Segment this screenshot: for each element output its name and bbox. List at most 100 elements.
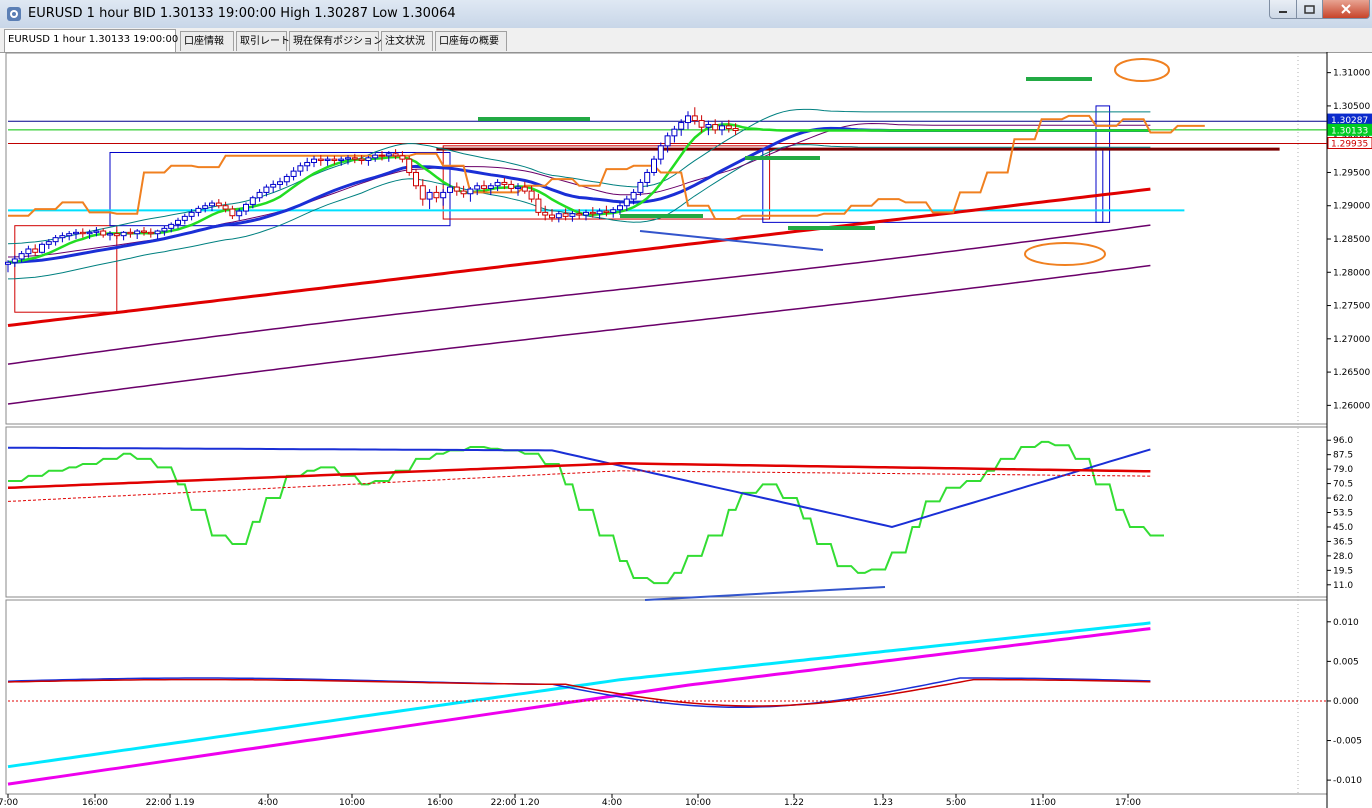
candle-body — [181, 215, 188, 221]
pane-frame — [5, 52, 1328, 425]
minimize-icon — [1279, 11, 1287, 13]
close-button[interactable] — [1322, 0, 1370, 19]
tab-orders[interactable]: 注文状況 — [381, 31, 433, 51]
candle-body — [651, 158, 657, 173]
candle-body — [671, 128, 678, 137]
candle-body — [229, 208, 236, 217]
axis-tick-label: 96.0 — [1333, 436, 1353, 446]
candle-body — [413, 171, 419, 187]
candle-body — [433, 191, 440, 199]
tab-strip: EURUSD 1 hour 1.30133 19:00:00 口座情報 取引レー… — [0, 28, 1372, 53]
candle-body — [562, 213, 569, 217]
tab-account-summary[interactable]: 口座毎の概要 — [435, 31, 507, 51]
tab-rates[interactable]: 取引レート — [236, 31, 290, 51]
price-tag-label: 1.30133 — [1331, 126, 1368, 136]
tab-label: EURUSD 1 hour 1.30133 19:00:00 — [8, 34, 179, 45]
candle-body — [188, 211, 195, 217]
candle-body — [521, 186, 528, 192]
candle-body — [440, 191, 447, 199]
candle-body — [528, 190, 535, 200]
candle-body — [630, 191, 637, 200]
time-tick-label: 17:00 — [1115, 798, 1141, 808]
candle-body — [11, 258, 18, 263]
candle-body — [25, 248, 32, 255]
candle-body — [542, 211, 549, 216]
pane-frame — [5, 599, 1328, 795]
candle-body — [379, 154, 385, 157]
candle-body — [712, 124, 719, 131]
candle-body — [18, 253, 25, 260]
candle-body — [637, 181, 644, 193]
close-icon — [1341, 4, 1351, 14]
candle-body — [215, 202, 222, 207]
pane-frames — [5, 52, 1328, 808]
axis-tick-label: 0.000 — [1333, 697, 1359, 707]
axis-tick-label: 1.27500 — [1333, 302, 1370, 312]
candle-body — [426, 191, 433, 200]
axis-tick-label: 45.0 — [1333, 523, 1353, 533]
axis-tick-label: 0.010 — [1333, 618, 1359, 628]
candle-body — [419, 185, 426, 200]
candle-body — [725, 125, 732, 130]
candle-body — [79, 231, 86, 235]
tab-positions[interactable]: 現在保有ポジション — [289, 31, 383, 51]
axis-tick-label: 1.29000 — [1333, 202, 1370, 212]
candle-body — [283, 175, 290, 183]
tab-chart[interactable]: EURUSD 1 hour 1.30133 19:00:00 — [4, 29, 179, 52]
candle-body — [583, 211, 589, 216]
tab-account-info[interactable]: 口座情報 — [180, 31, 234, 51]
candle-body — [107, 233, 113, 236]
tab-label: 口座情報 — [184, 36, 224, 47]
candle-body — [610, 209, 617, 213]
candle-body — [691, 115, 698, 122]
candle-body — [372, 154, 379, 159]
window-title: EURUSD 1 hour BID 1.30133 19:00:00 High … — [28, 6, 456, 21]
maximize-button[interactable] — [1296, 0, 1323, 19]
candle-body — [161, 227, 168, 232]
candle-body — [555, 213, 562, 219]
candle-body — [59, 235, 66, 239]
candle-body — [481, 185, 487, 189]
candle-body — [569, 213, 576, 217]
time-tick-label: 1.23 — [873, 798, 893, 808]
candle-body — [549, 214, 555, 219]
time-tick-label: 7:00 — [0, 798, 18, 808]
candle-body — [113, 233, 120, 237]
candle-body — [685, 115, 691, 124]
axis-tick-label: 0.005 — [1333, 657, 1359, 667]
candle-body — [664, 135, 671, 147]
axis-tick-label: -0.005 — [1333, 737, 1362, 747]
candle-body — [623, 198, 630, 207]
app-icon — [7, 7, 21, 21]
candle-body — [501, 181, 508, 185]
candle-body — [474, 185, 481, 190]
candle-body — [39, 243, 45, 253]
candle-body — [249, 197, 256, 205]
chart-area[interactable]: 1.310001.305001.300001.295001.290001.285… — [0, 52, 1372, 808]
candle-body — [120, 231, 127, 237]
axis-tick-label: 70.5 — [1333, 480, 1353, 490]
candle-body — [719, 125, 725, 131]
candle-body — [487, 185, 494, 189]
title-bar: EURUSD 1 hour BID 1.30133 19:00:00 High … — [0, 0, 1372, 29]
axis-tick-label: 1.30500 — [1333, 102, 1370, 112]
candle-body — [168, 223, 175, 229]
candle-body — [358, 158, 365, 161]
candle-body — [603, 210, 610, 213]
axis-tick-label: 79.0 — [1333, 465, 1353, 475]
axis-tick-label: 28.0 — [1333, 552, 1353, 562]
minimize-button[interactable] — [1269, 0, 1297, 19]
candle-body — [596, 210, 603, 215]
candle-body — [338, 158, 345, 161]
candle-body — [202, 205, 209, 209]
candle-body — [154, 230, 161, 235]
candle-body — [331, 158, 338, 161]
candle-body — [32, 248, 39, 253]
candle-body — [141, 230, 147, 233]
time-tick-label: 1.22 — [784, 798, 804, 808]
candle-body — [705, 124, 712, 128]
candle-body — [535, 198, 542, 213]
candle-body — [453, 186, 460, 192]
candle-body — [508, 183, 515, 189]
candle-body — [447, 186, 453, 193]
